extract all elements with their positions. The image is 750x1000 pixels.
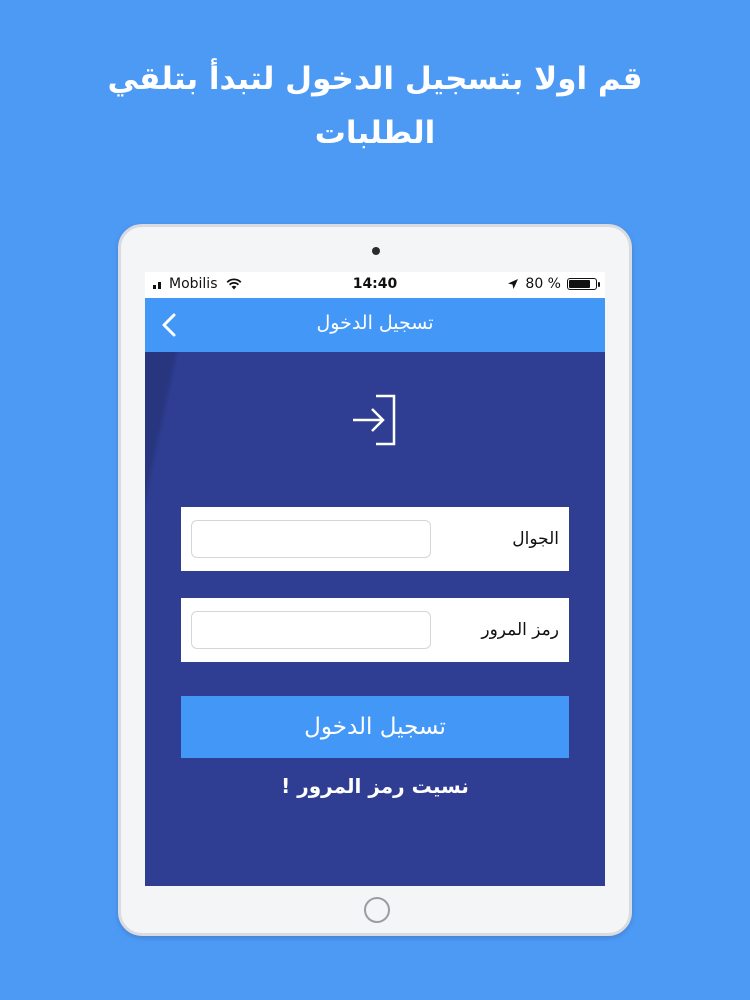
status-bar: Mobilis 14:40 80 % [145, 272, 605, 298]
battery-icon [567, 278, 600, 290]
phone-label: الجوال [512, 529, 559, 549]
back-button[interactable] [151, 306, 187, 344]
camera-dot [372, 247, 380, 255]
login-icon [353, 394, 396, 446]
password-field-row: رمز المرور [181, 598, 569, 662]
status-left: Mobilis [153, 276, 242, 292]
wifi-icon [226, 278, 241, 290]
chevron-left-icon [162, 313, 176, 337]
promo-headline: قم اولا بتسجيل الدخول لتبدأ بتلقي الطلبا… [0, 52, 750, 160]
phone-field-row: الجوال [181, 507, 569, 571]
signal-icon [153, 279, 161, 289]
nav-bar: تسجيل الدخول [145, 298, 605, 352]
headline-line-1: قم اولا بتسجيل الدخول لتبدأ بتلقي [107, 61, 643, 97]
home-button[interactable] [364, 897, 390, 923]
forgot-password-link[interactable]: نسيت رمز المرور ! [145, 774, 605, 798]
location-arrow-icon [508, 279, 519, 289]
battery-percent: 80 % [525, 276, 561, 292]
tablet-frame: Mobilis 14:40 80 % تسجيل الدخول الجوال ر… [118, 224, 632, 936]
login-content: الجوال رمز المرور تسجيل الدخول نسيت رمز … [145, 352, 605, 886]
status-right: 80 % [507, 276, 600, 292]
password-label: رمز المرور [481, 620, 559, 640]
headline-line-2: الطلبات [314, 115, 436, 151]
app-screen: Mobilis 14:40 80 % تسجيل الدخول الجوال ر… [145, 272, 605, 886]
carrier-name: Mobilis [169, 276, 218, 292]
login-button[interactable]: تسجيل الدخول [181, 696, 569, 758]
nav-title: تسجيل الدخول [316, 312, 434, 334]
phone-input[interactable] [191, 520, 431, 558]
password-input[interactable] [191, 611, 431, 649]
